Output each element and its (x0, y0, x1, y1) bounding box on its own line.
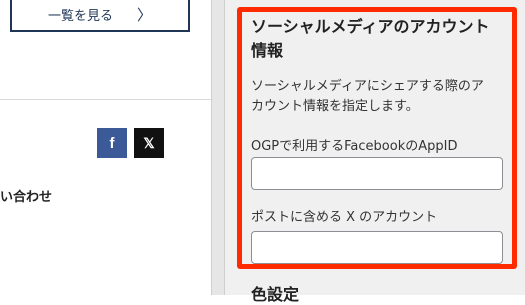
divider (0, 99, 211, 100)
highlight-frame (237, 7, 517, 269)
view-list-button[interactable]: 一覧を見る 〉 (10, 0, 190, 32)
color-settings-title: 色設定 (251, 285, 300, 304)
panel-gutter (211, 0, 225, 295)
facebook-share-icon[interactable]: f (97, 128, 127, 158)
contact-link[interactable]: い合わせ (0, 186, 52, 205)
view-list-label: 一覧を見る (47, 8, 113, 24)
x-share-icon[interactable]: 𝕏 (134, 128, 164, 158)
page-preview: 一覧を見る 〉 f 𝕏 い合わせ (0, 0, 211, 295)
chevron-right-icon: 〉 (137, 5, 153, 24)
